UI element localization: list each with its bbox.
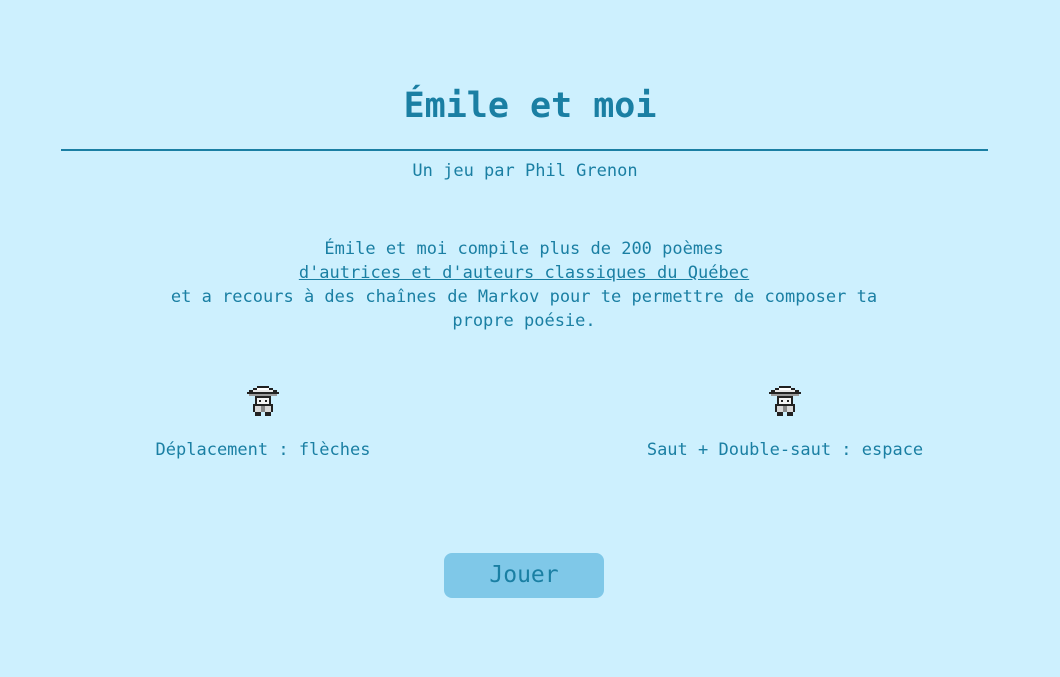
movement-control: Déplacement : flèches xyxy=(113,384,413,461)
authors-link[interactable]: d'autrices et d'auteurs classiques du Qu… xyxy=(299,263,749,283)
jump-control: Saut + Double-saut : espace xyxy=(635,384,935,461)
title-divider xyxy=(61,149,988,151)
character-icon xyxy=(247,386,279,416)
character-icon xyxy=(769,386,801,416)
game-description: Émile et moi compile plus de 200 poèmes … xyxy=(150,237,898,333)
movement-label: Déplacement : flèches xyxy=(155,440,371,460)
play-button[interactable]: Jouer xyxy=(444,553,604,598)
description-line: et a recours à des chaînes de Markov pou… xyxy=(170,287,878,331)
author-byline: Un jeu par Phil Grenon xyxy=(412,161,638,181)
description-line: Émile et moi compile plus de 200 poèmes xyxy=(324,239,724,259)
jump-label: Saut + Double-saut : espace xyxy=(646,440,924,460)
game-title: Émile et moi xyxy=(403,86,657,126)
